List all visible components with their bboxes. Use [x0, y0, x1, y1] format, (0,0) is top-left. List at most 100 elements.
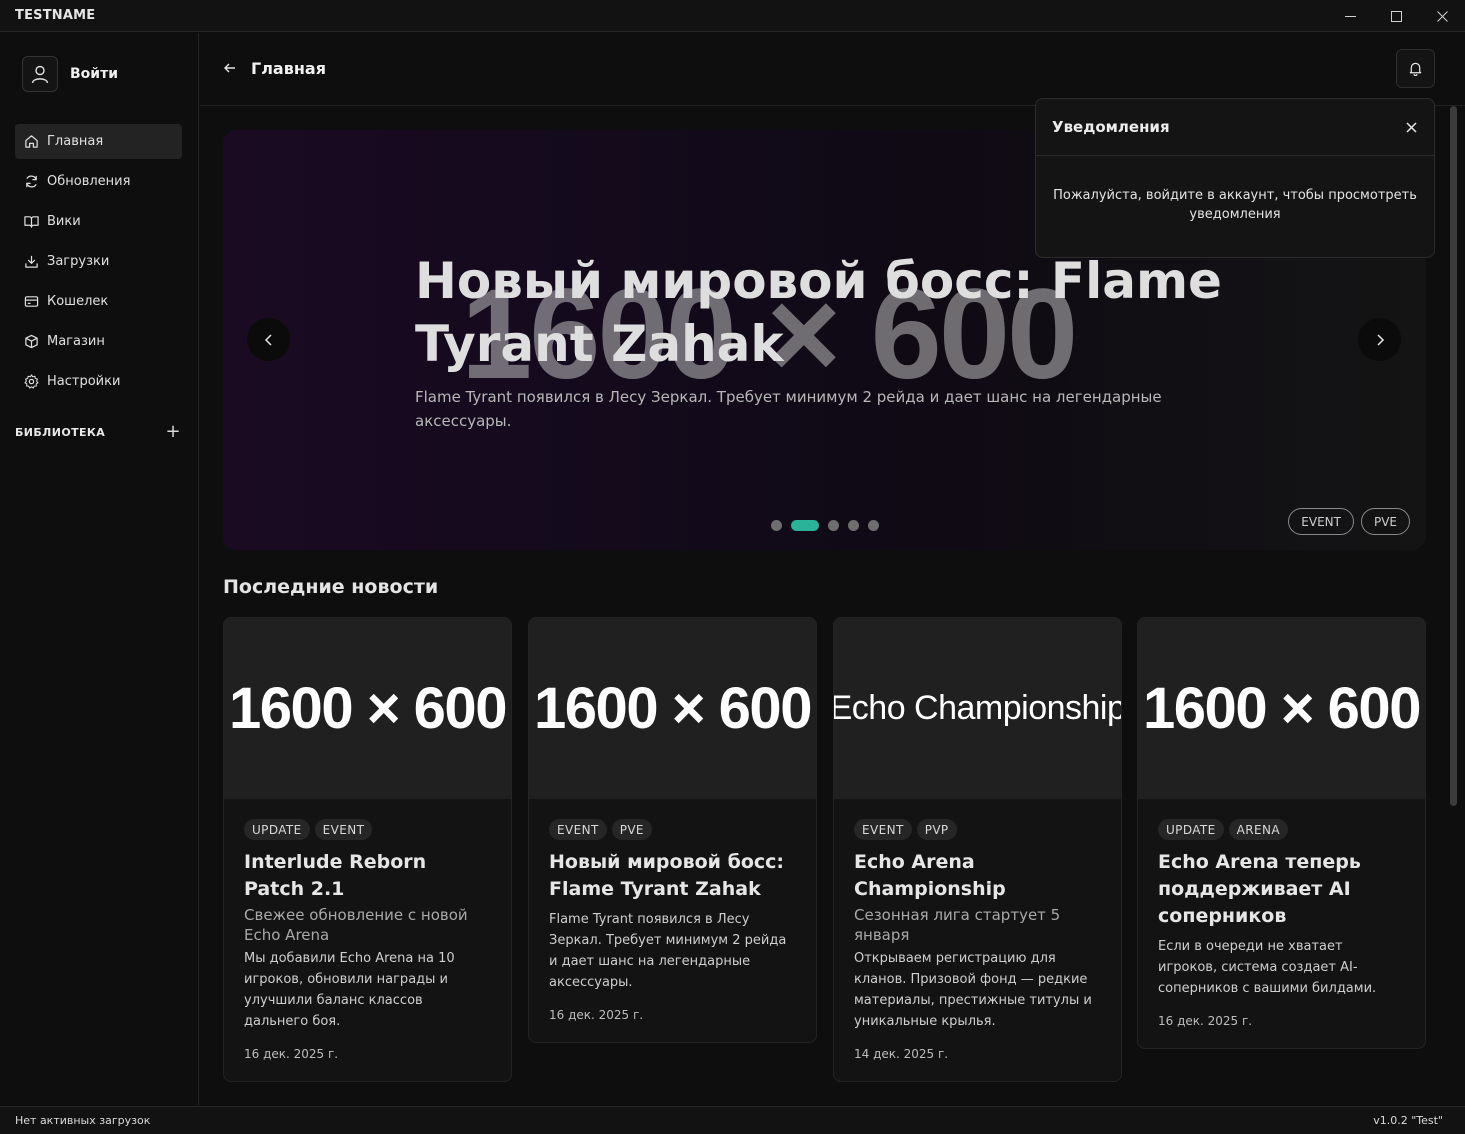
library-title: БИБЛИОТЕКА — [15, 425, 106, 439]
sidebar-item-label: Загрузки — [47, 254, 110, 269]
carousel-dots — [771, 520, 888, 531]
news-card-date: 14 дек. 2025 г. — [854, 1047, 949, 1061]
news-card-tags: EVENT PVE — [549, 819, 796, 840]
news-card-body: EVENT PVP Echo Arena Championship Сезонн… — [834, 799, 1121, 1081]
news-tag: UPDATE — [244, 819, 310, 840]
carousel-dot[interactable] — [848, 520, 859, 531]
minimize-button[interactable] — [1327, 0, 1373, 32]
news-card-text: Открываем регистрацию для кланов. Призов… — [854, 951, 1092, 1029]
carousel-dot[interactable] — [771, 520, 782, 531]
sidebar-item-home[interactable]: Главная — [15, 124, 182, 159]
chevron-right-icon — [1376, 333, 1384, 346]
news-card-text: Мы добавили Echo Arena на 10 игроков, об… — [244, 951, 455, 1029]
close-window-button[interactable] — [1419, 0, 1465, 32]
news-card[interactable]: 1600 × 600 EVENT PVE Новый мировой босс:… — [528, 617, 817, 1043]
user-icon — [31, 65, 49, 84]
carousel-dot[interactable] — [828, 520, 839, 531]
back-button[interactable] — [222, 60, 238, 76]
carousel-prev-button[interactable] — [247, 318, 290, 361]
news-tag: EVENT — [854, 819, 912, 840]
arrow-left-icon — [224, 63, 235, 73]
news-card-text: Flame Tyrant появился в Лесу Зеркал. Тре… — [549, 912, 787, 990]
news-card-title: Interlude Reborn Patch 2.1 — [244, 851, 427, 900]
news-card-image: 1600 × 600 — [529, 618, 816, 799]
bell-icon — [1409, 62, 1422, 76]
wallet-icon — [23, 294, 39, 310]
news-card-image: 1600 × 600 — [1138, 618, 1425, 799]
carousel-dot[interactable] — [791, 520, 819, 531]
news-card-date: 16 дек. 2025 г. — [244, 1047, 339, 1061]
download-icon — [23, 254, 39, 270]
login-label: Войти — [70, 66, 119, 82]
sidebar: Войти Главная Обновления Вики Загрузки К… — [0, 33, 199, 1105]
window-controls — [1327, 0, 1465, 32]
sidebar-item-label: Кошелек — [47, 294, 109, 309]
sidebar-item-label: Обновления — [47, 174, 131, 189]
news-section-title: Последние новости — [223, 576, 439, 598]
carousel-next-button[interactable] — [1358, 318, 1401, 361]
news-card-body: UPDATE ARENA Echo Arena теперь поддержив… — [1138, 799, 1425, 1048]
avatar — [22, 56, 58, 92]
sidebar-nav: Главная Обновления Вики Загрузки Кошелек… — [15, 124, 182, 404]
add-library-button[interactable]: + — [164, 423, 182, 441]
version-label: v1.0.2 "Test" — [1373, 1114, 1443, 1127]
sidebar-item-label: Магазин — [47, 334, 105, 349]
scrollbar[interactable] — [1449, 106, 1459, 1106]
sidebar-item-store[interactable]: Магазин — [15, 324, 182, 359]
news-tag: EVENT — [549, 819, 607, 840]
news-card-body: UPDATE EVENT Interlude Reborn Patch 2.1 … — [224, 799, 511, 1081]
notifications-header: Уведомления — [1036, 99, 1434, 156]
notifications-close-button[interactable] — [1404, 120, 1418, 134]
news-card-date: 16 дек. 2025 г. — [1158, 1014, 1253, 1028]
news-card-title: Новый мировой босс: Flame Tyrant Zahak — [549, 851, 785, 900]
sidebar-item-wallet[interactable]: Кошелек — [15, 284, 182, 319]
chevron-left-icon — [264, 333, 272, 346]
news-card-body: EVENT PVE Новый мировой босс: Flame Tyra… — [529, 799, 816, 1042]
close-icon — [1405, 121, 1417, 133]
news-card-title: Echo Arena теперь поддерживает AI соперн… — [1158, 851, 1361, 927]
notifications-button[interactable] — [1396, 49, 1435, 88]
hero-description: Flame Tyrant появился в Лесу Зеркал. Тре… — [415, 388, 1162, 430]
sidebar-item-updates[interactable]: Обновления — [15, 164, 182, 199]
scrollbar-thumb[interactable] — [1450, 106, 1457, 806]
news-tag: UPDATE — [1158, 819, 1224, 840]
close-icon — [1436, 10, 1448, 22]
box-icon — [23, 334, 39, 350]
news-card[interactable]: 1600 × 600 UPDATE EVENT Interlude Reborn… — [223, 617, 512, 1082]
title-bar: TESTNAME — [0, 0, 1465, 32]
home-icon — [23, 134, 39, 150]
news-card-text: Если в очереди не хватает игроков, систе… — [1158, 939, 1377, 996]
sidebar-item-downloads[interactable]: Загрузки — [15, 244, 182, 279]
page-title: Главная — [251, 59, 326, 78]
hero-tag: EVENT — [1288, 508, 1354, 535]
notifications-message: Пожалуйста, войдите в аккаунт, чтобы про… — [1053, 188, 1417, 222]
news-card-tags: EVENT PVP — [854, 819, 1101, 840]
news-tag: PVP — [916, 819, 957, 840]
news-card-image: 1600 × 600 — [224, 618, 511, 799]
notifications-popover: Уведомления Пожалуйста, войдите в аккаун… — [1035, 98, 1435, 258]
login-button[interactable]: Войти — [22, 56, 118, 92]
news-card[interactable]: Echo Championship EVENT PVP Echo Arena C… — [833, 617, 1122, 1082]
status-bar: Нет активных загрузок v1.0.2 "Test" — [0, 1106, 1465, 1134]
refresh-icon — [23, 174, 39, 190]
app-title: TESTNAME — [15, 8, 96, 23]
news-card-subtitle: Сезонная лига стартует 5 января — [854, 906, 1061, 944]
header: Главная — [200, 33, 1465, 106]
news-tag: PVE — [611, 819, 652, 840]
sidebar-item-settings[interactable]: Настройки — [15, 364, 182, 399]
news-card-tags: UPDATE ARENA — [1158, 819, 1405, 840]
hero-title: Новый мировой босс: Flame Tyrant Zahak — [415, 252, 1222, 373]
maximize-button[interactable] — [1373, 0, 1419, 32]
news-card[interactable]: 1600 × 600 UPDATE ARENA Echo Arena тепер… — [1137, 617, 1426, 1049]
downloads-status: Нет активных загрузок — [15, 1114, 151, 1127]
gear-icon — [23, 374, 39, 390]
carousel-dot[interactable] — [868, 520, 879, 531]
sidebar-item-wiki[interactable]: Вики — [15, 204, 182, 239]
news-tag: EVENT — [314, 819, 373, 840]
minimize-icon — [1344, 15, 1356, 17]
library-section: БИБЛИОТЕКА + — [15, 423, 182, 441]
news-card-date: 16 дек. 2025 г. — [549, 1008, 644, 1022]
book-icon — [23, 214, 39, 230]
news-card-tags: UPDATE EVENT — [244, 819, 491, 840]
hero-tags: EVENT PVE — [1281, 508, 1410, 535]
